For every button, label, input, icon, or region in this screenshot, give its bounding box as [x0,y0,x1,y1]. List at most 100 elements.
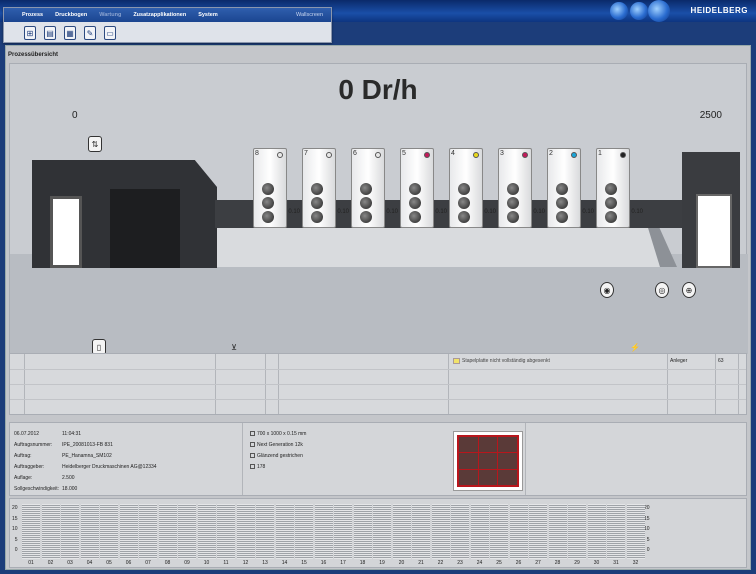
feeder-housing [110,189,180,268]
ink-zone-bar[interactable] [197,504,216,559]
job-time: 11:04:31 [62,431,82,437]
ink-zone-bar[interactable] [22,504,40,559]
ink-zone-panel: 20 15 10 5 0 20 15 10 5 0 01 02 03 04 05 06 07 08 09 10 11… [9,498,747,568]
ink-zone-number: 16 [320,560,327,566]
ink-zone-number: 17 [340,560,346,566]
nav-orb-icon[interactable] [610,2,628,20]
ink-zone-number: 26 [515,560,522,566]
ink-zone-bar[interactable] [568,504,586,559]
ink-zone-bar[interactable] [139,504,157,559]
ink-zone-number: 09 [184,560,190,566]
message-code: 63 [718,358,724,364]
ink-color-icon [620,152,626,158]
ink-zone-bar[interactable] [392,504,411,559]
document-icon[interactable]: ▦ [64,26,76,40]
printing-unit[interactable]: 2 0.10 [547,148,594,228]
job-value: PE_Hanamna_SM102 [62,453,112,459]
ink-zone-bar[interactable] [295,504,313,559]
menu-window: Prozess Druckbogen Wartung Zusatzapplika… [3,7,332,43]
job-preview-thumbnail[interactable] [453,431,523,491]
coating-icon[interactable]: ⊕ [682,282,696,298]
ink-zone-bar[interactable] [353,504,372,559]
ink-zone-bar[interactable] [100,504,118,559]
ink-zone-number: 13 [262,560,268,566]
ink-zone-bar[interactable] [334,504,352,559]
message-text[interactable]: Stapelplatte nicht vollständig abgesenkt [462,358,550,364]
roller-icon [458,183,470,195]
ink-zone-bar[interactable] [41,504,60,559]
unit-number: 7 [304,150,308,157]
menu-zusatzapplikationen[interactable]: Zusatzapplikationen [133,12,186,18]
dryer-icon[interactable]: ◎ [655,282,669,298]
ink-color-icon [326,152,332,158]
ink-zone-bar[interactable] [490,504,508,559]
press-overview-icon[interactable]: ⊞ [24,26,36,40]
ink-zone-number: 07 [145,560,151,566]
roller-icon [605,211,617,223]
ink-zone-bar[interactable] [431,504,450,559]
monitor-icon[interactable]: ▭ [104,26,116,40]
unit-value: 0.10 [533,209,545,215]
ink-zone-number: 19 [379,560,385,566]
job-label: Auftrag: [14,453,32,459]
nav-orb-icon[interactable] [630,2,648,20]
ink-zone-bar[interactable] [529,504,547,559]
menu-prozess[interactable]: Prozess [22,12,43,18]
ink-zone-bar[interactable] [119,504,138,559]
printing-unit[interactable]: 5 0.10 [400,148,447,228]
printing-unit[interactable]: 3 0.10 [498,148,545,228]
feeder-pile [50,196,82,268]
ink-zone-bar[interactable] [373,504,391,559]
ink-zone-bar[interactable] [217,504,235,559]
pile-status-icon[interactable]: ⇅ [88,136,102,152]
edit-job-icon[interactable]: ✎ [84,26,96,40]
ink-zone-number: 01 [28,560,34,566]
ink-zone-bar[interactable] [451,504,469,559]
ink-zone-bar[interactable] [80,504,99,559]
roller-icon [360,197,372,209]
ink-zone-bar[interactable] [587,504,606,559]
wash-icon[interactable]: ◉ [600,282,614,298]
ink-zone-number: 23 [457,560,463,566]
roller-icon [360,183,372,195]
roller-icon [458,197,470,209]
ink-zone-bar[interactable] [158,504,177,559]
roller-icon [507,183,519,195]
ink-zone-bar[interactable] [236,504,255,559]
ink-zone-bar[interactable] [412,504,430,559]
unit-value: 0.10 [631,209,643,215]
workspace-label: Wallscreen [296,12,323,18]
page-title: Prozessübersicht [8,52,59,58]
ink-zone-bar[interactable] [256,504,274,559]
warning-icon [453,358,460,364]
roller-icon [311,197,323,209]
unit-number: 5 [402,150,406,157]
ink-zone-bar[interactable] [275,504,294,559]
printing-unit[interactable]: 6 0.10 [351,148,398,228]
ink-zone-bar[interactable] [61,504,79,559]
ink-zone-bar[interactable] [470,504,489,559]
sheet-icon[interactable]: ▤ [44,26,56,40]
ink-zone-bar[interactable] [178,504,196,559]
job-label: Sollgeschwindigkeit: [14,486,60,492]
ink-zone-number: 18 [359,560,366,566]
ink-zone-bar[interactable] [509,504,528,559]
ink-zone-number: 15 [301,560,307,566]
ink-zone-bar[interactable] [314,504,333,559]
ink-zone-number: 04 [86,560,93,566]
printing-unit[interactable]: 4 0.10 [449,148,496,228]
delivery-pile [696,194,732,268]
job-value: 18.000 [62,486,78,492]
ink-zone-bar[interactable] [548,504,567,559]
printing-unit[interactable]: 1 0.10 [596,148,643,228]
printing-unit[interactable]: 8 0.10 [253,148,300,228]
menu-bar: Prozess Druckbogen Wartung Zusatzapplika… [4,8,331,22]
nav-orb-active-icon[interactable] [648,0,670,22]
roller-icon [409,183,421,195]
ink-zone-number: 29 [574,560,580,566]
menu-druckbogen[interactable]: Druckbogen [55,12,87,18]
ink-zone-bar[interactable] [626,504,645,559]
ink-zone-bar[interactable] [607,504,625,559]
printing-unit[interactable]: 7 0.10 [302,148,349,228]
menu-system[interactable]: System [198,12,218,18]
